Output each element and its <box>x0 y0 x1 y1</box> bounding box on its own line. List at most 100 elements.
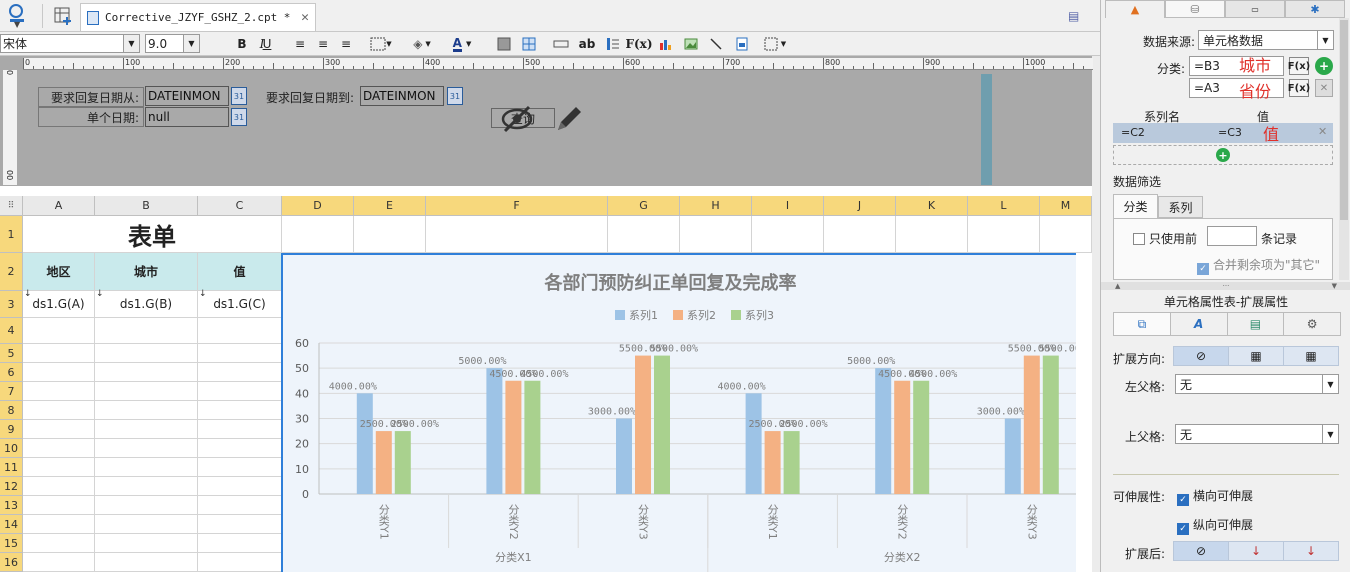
tab-chart-type[interactable]: ▲ <box>1105 0 1165 18</box>
param-pane-scrollbar[interactable] <box>981 74 992 185</box>
column-header[interactable]: A <box>23 196 95 216</box>
align-left-icon[interactable]: ≡ <box>291 34 309 54</box>
column-header[interactable]: F <box>426 196 608 216</box>
fill-color-icon[interactable]: ◈ ▼ <box>406 34 438 54</box>
column-header[interactable]: J <box>824 196 896 216</box>
sheet-cell[interactable] <box>23 318 95 344</box>
tab-effects[interactable]: ✱ <box>1285 0 1345 18</box>
sheet-cell[interactable] <box>95 318 198 344</box>
sheet-cell[interactable] <box>198 382 282 401</box>
sheet-cell[interactable] <box>95 515 198 534</box>
bar-chart-icon[interactable] <box>604 34 622 54</box>
tab-style[interactable]: ▭ <box>1225 0 1285 18</box>
sheet-cell[interactable] <box>198 363 282 382</box>
row-header[interactable]: 16 <box>0 553 23 572</box>
data-cell-b3[interactable]: ds1.G(B) <box>95 291 198 318</box>
header-cell-region[interactable]: 地区 <box>23 253 95 291</box>
row-header[interactable]: 15 <box>0 534 23 553</box>
column-header[interactable]: L <box>968 196 1040 216</box>
row-header[interactable]: 12 <box>0 477 23 496</box>
align-right-icon[interactable]: ≡ <box>337 34 355 54</box>
sheet-cell[interactable] <box>752 216 824 253</box>
date-from-field[interactable]: DATEINMON <box>145 86 229 106</box>
sheet-cell[interactable] <box>198 344 282 363</box>
font-family-select[interactable]: 宋体 ▼ <box>0 34 140 53</box>
unmerge-cell-icon[interactable] <box>520 34 538 54</box>
row-header[interactable]: 4 <box>0 318 23 344</box>
no-expand-icon[interactable]: ⊘ <box>1174 347 1229 365</box>
gear-icon[interactable]: ⚙ <box>1284 313 1340 335</box>
header-cell-value[interactable]: 值 <box>198 253 282 291</box>
font-size-select[interactable]: 9.0 ▼ <box>145 34 200 53</box>
sheet-cell[interactable] <box>95 439 198 458</box>
slash-icon[interactable] <box>707 34 725 54</box>
border-icon[interactable]: ▼ <box>366 34 396 54</box>
sheet-cell[interactable] <box>23 439 95 458</box>
sheet-cell[interactable] <box>198 420 282 439</box>
sheet-cell[interactable] <box>198 553 282 572</box>
column-header[interactable]: H <box>680 196 752 216</box>
sheet-cell[interactable] <box>95 553 198 572</box>
sheet-cell[interactable] <box>198 477 282 496</box>
sheet-cell[interactable] <box>1040 216 1092 253</box>
column-header[interactable]: K <box>896 196 968 216</box>
sheet-cell[interactable] <box>426 216 608 253</box>
chart-area[interactable]: 各部门预防纠正单回复及完成率 系列1 系列2 系列3 0 10 20 30 40 50 60 4000… <box>281 253 1076 572</box>
data-source-select[interactable]: 单元格数据 ▼ <box>1198 30 1334 50</box>
sheet-cell[interactable] <box>95 401 198 420</box>
sheet-cell[interactable] <box>198 318 282 344</box>
sheet-cell[interactable] <box>198 534 282 553</box>
column-header[interactable]: M <box>1040 196 1092 216</box>
sheet-cell[interactable] <box>198 515 282 534</box>
insert-chart-icon[interactable] <box>657 34 675 54</box>
remove-series-icon[interactable]: ✕ <box>1318 125 1327 138</box>
series-row[interactable]: =C2 =C3 值 ✕ <box>1113 123 1333 144</box>
style-tab-icon[interactable]: A <box>1171 313 1228 335</box>
select-all-corner[interactable]: ⠿ <box>0 196 23 216</box>
sheet-cell[interactable] <box>95 477 198 496</box>
remove-icon[interactable]: ✕ <box>1315 79 1333 97</box>
expand-tab-icon[interactable]: ⧉ <box>1114 313 1171 335</box>
row-header[interactable]: 13 <box>0 496 23 515</box>
vertical-stretch-checkbox[interactable]: ✓ 纵向可伸展 <box>1177 516 1253 535</box>
sheet-cell[interactable] <box>95 496 198 515</box>
add-icon[interactable]: + <box>1315 57 1333 75</box>
row-header[interactable]: 10 <box>0 439 23 458</box>
scroll-thumb[interactable] <box>1340 20 1348 220</box>
sheet-cell[interactable] <box>198 401 282 420</box>
sheet-cell[interactable] <box>198 496 282 515</box>
underline-button[interactable]: U <box>259 34 275 54</box>
font-color-icon[interactable]: A ▼ <box>446 34 478 54</box>
sheet-cell[interactable] <box>896 216 968 253</box>
text-icon[interactable]: ab <box>577 34 597 54</box>
sort-ascending-icon[interactable]: ↓ <box>1229 542 1284 560</box>
row-header[interactable]: 8 <box>0 401 23 420</box>
left-parent-select[interactable]: 无 ▼ <box>1175 374 1339 394</box>
header-cell-city[interactable]: 城市 <box>95 253 198 291</box>
merge-cell-icon[interactable] <box>495 34 513 54</box>
row-header[interactable]: 11 <box>0 458 23 477</box>
title-cell[interactable]: 表单 <box>23 216 282 253</box>
data-cell-c3[interactable]: ds1.G(C) <box>198 291 282 318</box>
calendar-icon[interactable]: 31 <box>231 87 247 105</box>
tab-file[interactable]: Corrective_JZYF_GSHZ_2.cpt * ✕ <box>80 3 316 31</box>
tab-menu-icon[interactable]: ▤ <box>1068 9 1079 23</box>
row-header[interactable]: 6 <box>0 363 23 382</box>
column-header[interactable]: I <box>752 196 824 216</box>
sheet-cell[interactable] <box>23 515 95 534</box>
calendar-icon[interactable]: 31 <box>447 87 463 105</box>
sub-report-icon[interactable] <box>733 34 751 54</box>
sheet-cell[interactable] <box>95 534 198 553</box>
sheet-cell[interactable] <box>95 458 198 477</box>
row-header[interactable]: 2 <box>0 253 23 291</box>
sheet-cell[interactable] <box>95 382 198 401</box>
insert-row-icon[interactable] <box>551 34 571 54</box>
row-header[interactable]: 14 <box>0 515 23 534</box>
single-date-field[interactable]: null <box>145 107 229 127</box>
no-sort-icon[interactable]: ⊘ <box>1174 542 1229 560</box>
calendar-icon[interactable]: 31 <box>231 108 247 126</box>
add-series-button[interactable]: + <box>1113 145 1333 165</box>
row-header[interactable]: 3 <box>0 291 23 318</box>
formula-icon[interactable]: F(x) <box>625 34 652 54</box>
tab-data[interactable]: ⛁ <box>1165 0 1225 18</box>
